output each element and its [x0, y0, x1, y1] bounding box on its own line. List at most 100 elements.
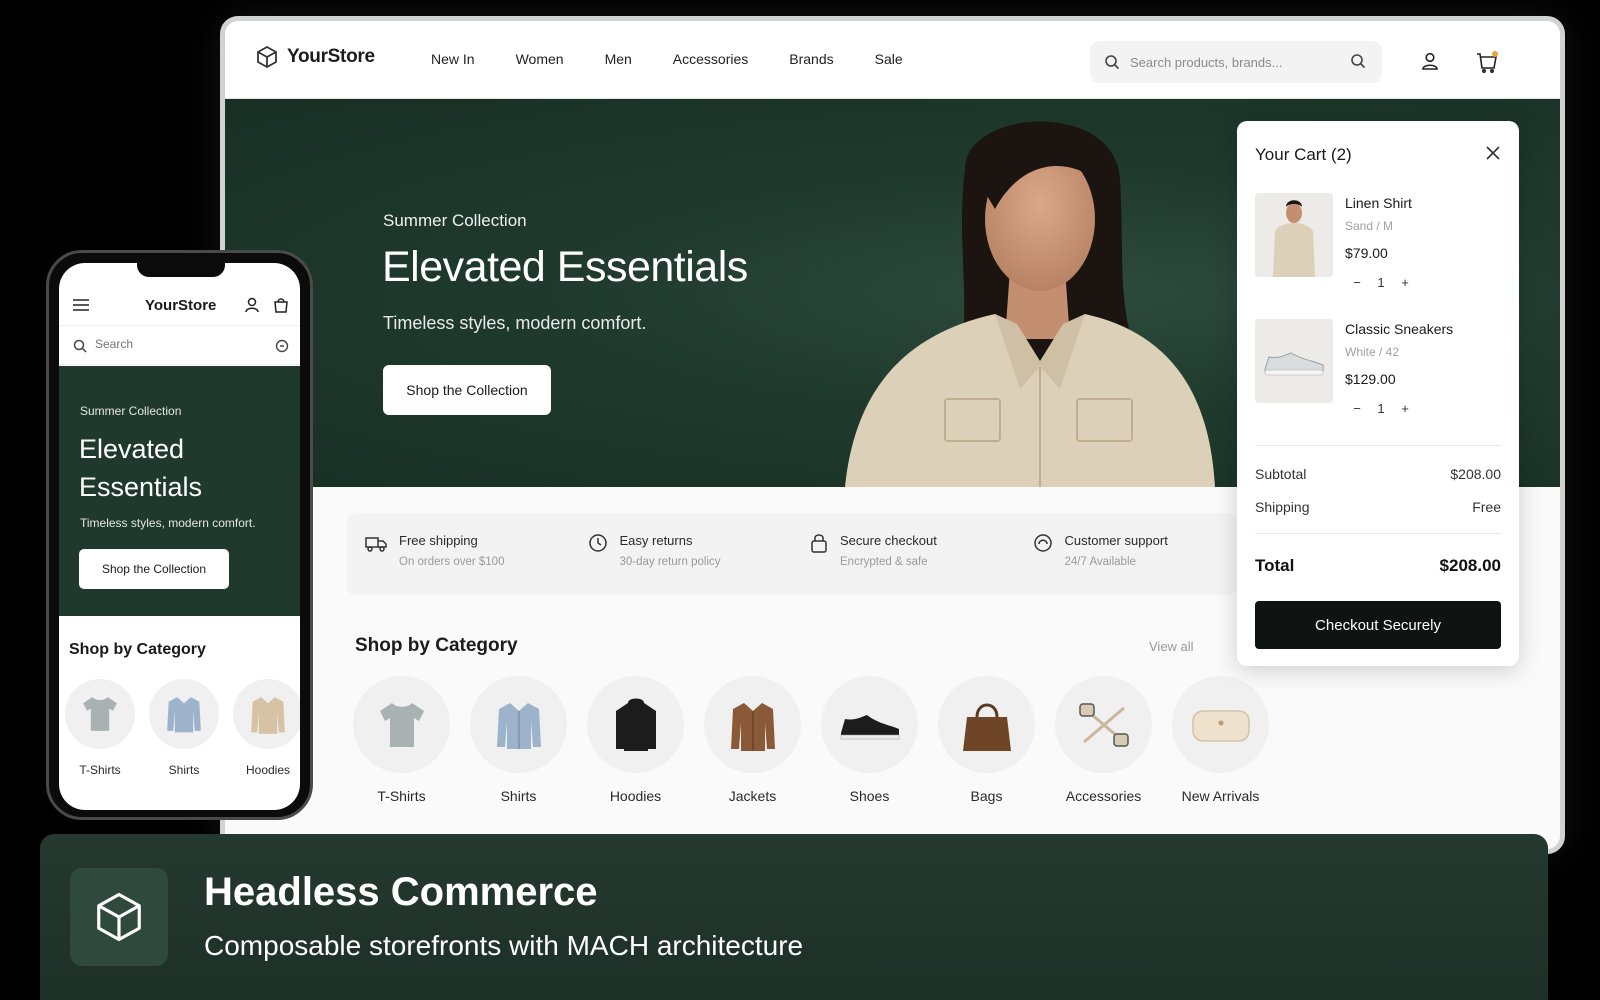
search-icon: [1105, 55, 1120, 70]
mobile-hero-subtitle: Timeless styles, modern comfort.: [80, 516, 256, 530]
shop-collection-button[interactable]: Shop the Collection: [383, 365, 551, 415]
decrement-button[interactable]: −: [1345, 397, 1369, 421]
feature-free-shipping: Free shipping On orders over $100: [347, 513, 570, 595]
lock-icon: [811, 534, 827, 553]
category-jackets[interactable]: Jackets: [704, 676, 801, 804]
mobile-screen: YourStore Summer Collection Elevated Ess…: [59, 263, 300, 810]
account-icon[interactable]: [245, 297, 259, 313]
subtotal-value: $208.00: [1450, 466, 1501, 482]
feature-easy-returns: Easy returns 30-day return policy: [570, 513, 793, 595]
category-label: T-Shirts: [79, 763, 121, 777]
feature-title: Customer support: [1064, 533, 1168, 548]
shirt-icon: [496, 702, 541, 749]
category-label: Accessories: [1065, 788, 1142, 804]
cube-logo-icon: [257, 45, 277, 69]
quantity-value: 1: [1377, 401, 1385, 416]
tshirt-icon: [379, 702, 424, 747]
shipping-value: Free: [1472, 499, 1501, 515]
bag-icon: [962, 703, 1011, 751]
sunglasses-icon: [1078, 702, 1129, 747]
category-label: New Arrivals: [1181, 788, 1260, 804]
category-tshirts[interactable]: T-Shirts: [353, 676, 450, 804]
close-icon[interactable]: [1485, 145, 1501, 161]
scan-icon[interactable]: [275, 339, 289, 353]
category-hoodies[interactable]: Hoodies: [587, 676, 684, 804]
subtotal-label: Subtotal: [1255, 466, 1307, 482]
total-label: Total: [1255, 556, 1295, 575]
category-shoes[interactable]: Shoes: [821, 676, 918, 804]
increment-button[interactable]: +: [1393, 271, 1417, 295]
cart-icon[interactable]: [273, 297, 289, 313]
tshirt-icon: [83, 697, 117, 731]
quantity-value: 1: [1377, 275, 1385, 290]
main-menu: New In Women Men Accessories Brands Sale: [431, 51, 944, 67]
feature-title: Easy returns: [619, 533, 693, 548]
category-shirts[interactable]: Shirts: [470, 676, 567, 804]
divider: [1255, 533, 1501, 534]
category-label: T-Shirts: [377, 788, 426, 804]
cart-title: Your Cart (2): [1255, 145, 1352, 164]
nav-women[interactable]: Women: [516, 51, 564, 67]
feature-title: Secure checkout: [840, 533, 937, 548]
feature-sub: Encrypted & safe: [840, 556, 928, 568]
nav-accessories[interactable]: Accessories: [673, 51, 748, 67]
mobile-search-bar: [59, 325, 300, 365]
store-logo[interactable]: YourStore: [255, 45, 375, 69]
jacket-icon: [730, 702, 775, 751]
support-icon: [1033, 534, 1052, 552]
hero-subtitle: Timeless styles, modern comfort.: [383, 313, 647, 333]
nav-men[interactable]: Men: [605, 51, 632, 67]
mobile-category-title: Shop by Category: [69, 641, 206, 658]
hero-model-image: [845, 121, 1215, 487]
hamburger-menu-icon[interactable]: [73, 299, 89, 311]
mobile-search-input[interactable]: [95, 337, 245, 351]
search-submit-icon[interactable]: [1350, 53, 1366, 69]
decrement-button[interactable]: −: [1345, 271, 1369, 295]
nav-sale[interactable]: Sale: [875, 51, 903, 67]
cart-icon[interactable]: [1475, 51, 1499, 73]
mobile-device: YourStore Summer Collection Elevated Ess…: [46, 250, 313, 820]
feature-secure-checkout: Secure checkout Encrypted & safe: [792, 513, 1015, 595]
mobile-category-list: T-Shirts Shirts Hoodies: [65, 679, 300, 777]
quantity-stepper: − 1 +: [1345, 271, 1417, 295]
mobile-category-hoodies[interactable]: Hoodies: [233, 679, 300, 777]
mobile-store-name[interactable]: YourStore: [145, 297, 216, 314]
nav-new-in[interactable]: New In: [431, 51, 475, 67]
category-bags[interactable]: Bags: [938, 676, 1035, 804]
mobile-category-tshirts[interactable]: T-Shirts: [65, 679, 135, 777]
increment-button[interactable]: +: [1393, 397, 1417, 421]
jacket-icon: [251, 697, 285, 734]
banner-icon-box: [70, 868, 168, 966]
mobile-category-shirts[interactable]: Shirts: [149, 679, 219, 777]
shipping-label: Shipping: [1255, 499, 1310, 515]
headless-commerce-banner: Headless Commerce Composable storefronts…: [40, 834, 1548, 1000]
account-icon[interactable]: [1420, 51, 1440, 71]
cart-item: Linen Shirt Sand / M $79.00 − 1 +: [1255, 193, 1505, 303]
category-section-title: Shop by Category: [355, 635, 518, 656]
mobile-header: YourStore: [59, 285, 300, 325]
category-label: Bags: [970, 788, 1003, 804]
pouch-icon: [1191, 709, 1250, 742]
view-all-link[interactable]: View all: [1149, 639, 1194, 654]
cart-item-thumb: [1255, 193, 1333, 277]
category-label: Shirts: [168, 763, 200, 777]
banner-subtitle: Composable storefronts with MACH archite…: [204, 930, 804, 961]
total-row: Total $208.00: [1255, 556, 1501, 576]
banner-title: Headless Commerce: [204, 870, 598, 914]
search-input[interactable]: [1130, 54, 1340, 70]
category-accessories[interactable]: Accessories: [1055, 676, 1152, 804]
shipping-row: Shipping Free: [1255, 499, 1501, 515]
nav-brands[interactable]: Brands: [789, 51, 833, 67]
cart-item-name: Classic Sneakers: [1345, 321, 1454, 337]
cart-item: Classic Sneakers White / 42 $129.00 − 1 …: [1255, 319, 1505, 429]
mobile-shop-collection-button[interactable]: Shop the Collection: [79, 549, 229, 589]
phone-notch: [137, 263, 225, 277]
category-label: Hoodies: [609, 788, 662, 804]
mobile-hero-eyebrow: Summer Collection: [80, 404, 182, 418]
desktop-frame: YourStore New In Women Men Accessories B…: [220, 16, 1565, 854]
category-new-arrivals[interactable]: New Arrivals: [1172, 676, 1269, 804]
cart-item-variant: Sand / M: [1345, 219, 1394, 233]
category-label: Jackets: [728, 788, 777, 804]
hero-eyebrow: Summer Collection: [383, 211, 527, 230]
checkout-button[interactable]: Checkout Securely: [1255, 601, 1501, 649]
